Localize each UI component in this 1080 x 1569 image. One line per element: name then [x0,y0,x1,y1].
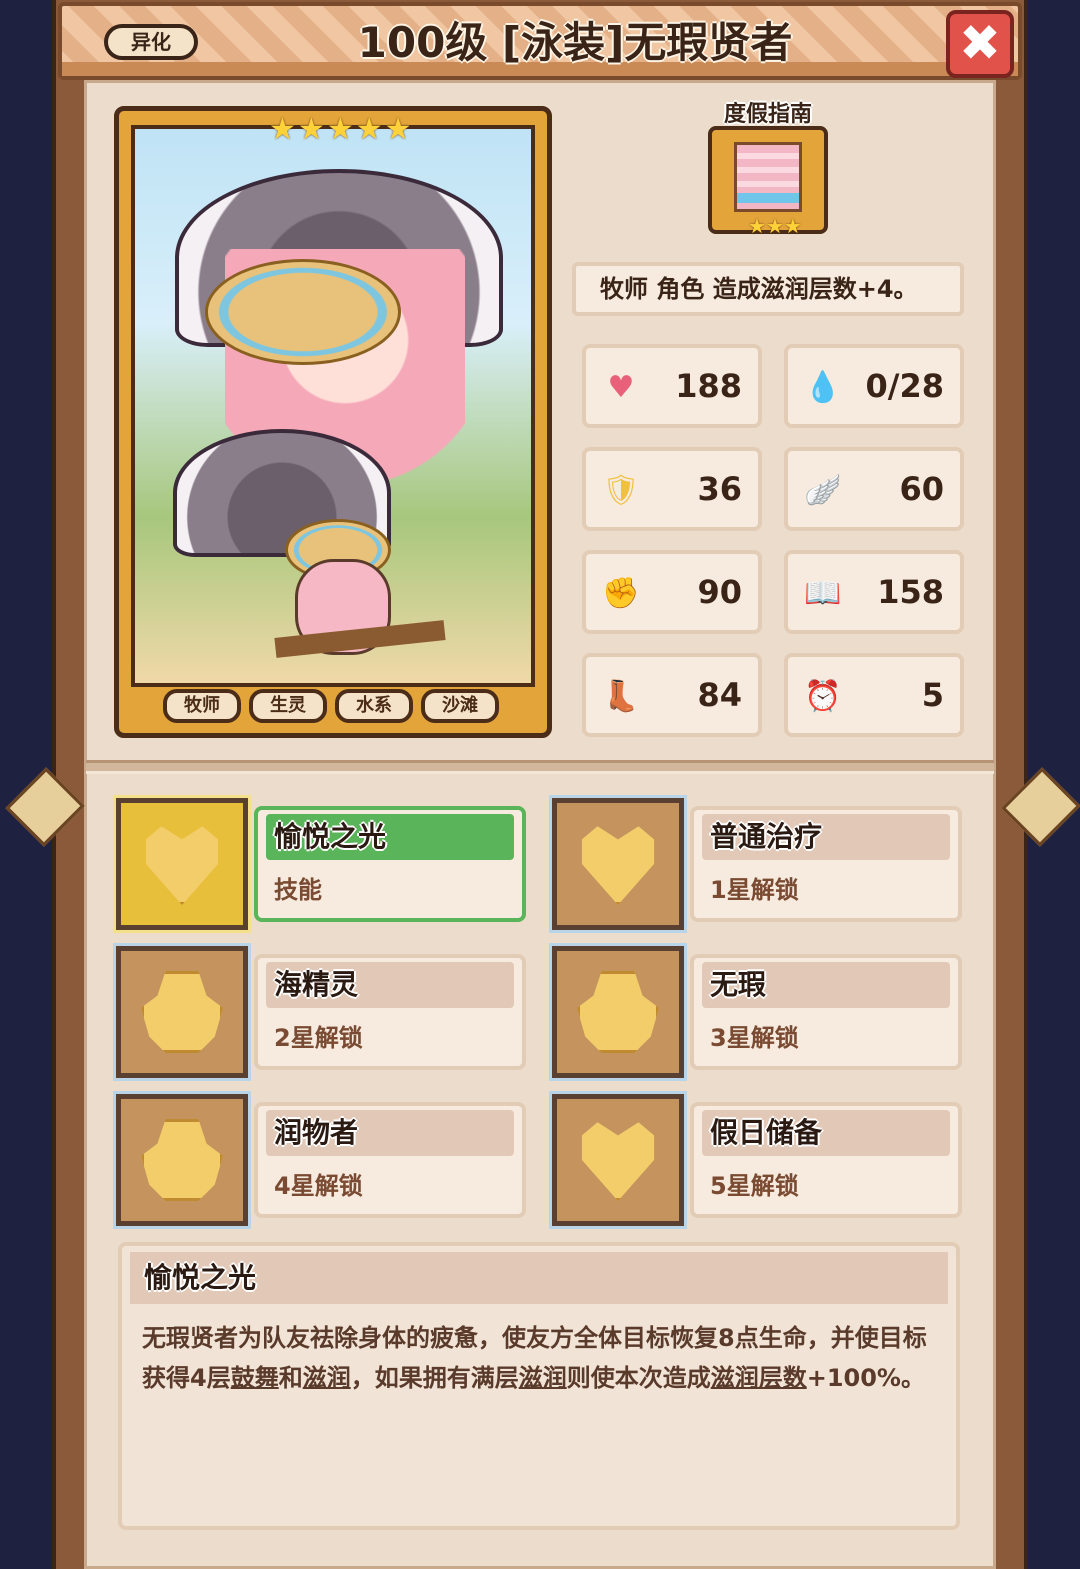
vacation-guide-icon [734,142,802,212]
skill-icon-frame [549,795,687,933]
skill-unlock-text: 4星解锁 [274,1172,363,1200]
stat-value: 158 [877,573,944,611]
spirit-icon [141,971,223,1053]
star-icon: ★ [297,112,325,147]
skill-name: 润物者 [266,1110,514,1156]
skill-name: 海精灵 [266,962,514,1008]
skill-icon-frame [113,1091,251,1229]
skill-slot[interactable]: 无瑕 3星解锁 [549,943,962,1081]
heart-icon [581,1122,655,1201]
clock-icon: ⏰ [804,678,842,714]
mana-drop-icon: 💧 [804,369,842,405]
heart-icon [581,826,655,905]
stat-value: 84 [697,676,742,714]
heart-icon: ♥ [607,369,635,405]
boot-icon: 👢 [602,678,640,714]
skill-info: 无瑕 3星解锁 [690,954,962,1070]
header-bar: 异化 100级 [泳装]无瑕贤者 ✖ [58,2,1022,80]
spirit-icon [141,1119,223,1201]
stat-value: 0/28 [865,367,944,405]
star-icon: ★ [384,112,412,147]
tag-theme: 沙滩 [421,689,499,723]
star-icon: ★ [326,112,354,147]
skill-name: 愉悦之光 [266,814,514,860]
skill-unlock-text: 3星解锁 [710,1024,799,1052]
fist-icon: ✊ [602,575,640,611]
skill-info: 普通治疗 1星解锁 [690,806,962,922]
stat-mana[interactable]: 💧 0/28 [784,344,964,428]
wing-icon: 🪽 [804,472,842,508]
skill-icon-frame [113,795,251,933]
tag-race: 生灵 [249,689,327,723]
equipment-slot[interactable]: ★ ★ ★ 度假指南 [702,100,834,244]
sun-hat-large [205,259,401,365]
description-fragment: +100%。 [806,1364,925,1392]
close-button[interactable]: ✖ [946,10,1014,78]
skill-slot[interactable]: 假日储备 5星解锁 [549,1091,962,1229]
spirit-icon [577,971,659,1053]
skill-name: 无瑕 [702,962,950,1008]
equipment-name: 度假指南 [723,102,812,127]
star-icon: ★ [765,214,784,238]
skill-info: 海精灵 2星解锁 [254,954,526,1070]
star-icon: ★ [783,214,802,238]
star-rating: ★ ★ ★ ★ ★ [269,115,412,145]
equipment-stars: ★ ★ ★ [748,216,802,236]
spellbook-icon: 📖 [804,575,842,611]
stat-magic[interactable]: 📖 158 [784,550,964,634]
skill-unlock-text: 5星解锁 [710,1172,799,1200]
description-fragment: ，如果拥有满层 [350,1364,519,1392]
tag-class: 牧师 [163,689,241,723]
skill-slot[interactable]: 海精灵 2星解锁 [113,943,526,1081]
skill-icon-frame [549,943,687,1081]
equipment-frame: ★ ★ ★ [708,126,828,236]
description-fragment: 则使本次造成 [566,1364,711,1392]
tag-list: 牧师 生灵 水系 沙滩 [163,689,499,723]
star-icon: ★ [269,112,296,147]
skill-description-panel: 愉悦之光 无瑕贤者为队友祛除身体的疲惫，使友方全体目标恢复8点生命，并使目标获得… [118,1242,960,1530]
character-portrait [131,125,535,687]
skill-info: 润物者 4星解锁 [254,1102,526,1218]
star-icon: ★ [748,214,766,238]
keyword-link[interactable]: 鼓舞 [231,1364,279,1392]
stat-value: 188 [675,367,742,405]
stat-cooldown[interactable]: ⏰ 5 [784,653,964,737]
skill-name: 假日储备 [702,1110,950,1156]
skill-unlock-text: 2星解锁 [274,1024,363,1052]
keyword-link[interactable]: 滋润 [303,1364,351,1392]
keyword-link[interactable]: 滋润层数 [711,1364,807,1392]
skill-unlock-text: 1星解锁 [710,876,799,904]
stat-dodge[interactable]: 🪽 60 [784,447,964,531]
skill-slot[interactable]: 普通治疗 1星解锁 [549,795,962,933]
skill-name: 普通治疗 [702,814,950,860]
skill-info: 假日储备 5星解锁 [690,1102,962,1218]
stat-value: 36 [697,470,742,508]
character-title: 100级 [泳装]无瑕贤者 [357,18,793,67]
stat-value: 5 [921,676,944,714]
tag-element: 水系 [335,689,413,723]
character-card[interactable]: ★ ★ ★ ★ ★ 牧师 生灵 水系 沙滩 [114,106,552,738]
skill-unlock-text: 技能 [274,876,322,904]
skill-slot[interactable]: 愉悦之光技能 [113,795,526,933]
stat-hp[interactable]: ♥ 188 [582,344,762,428]
skill-description-title: 愉悦之光 [130,1252,948,1304]
stat-attack[interactable]: ✊ 90 [582,550,762,634]
skill-icon-frame [113,943,251,1081]
shield-icon: 🛡 [601,472,641,508]
variant-badge[interactable]: 异化 [104,24,198,60]
skill-slot[interactable]: 润物者 4星解锁 [113,1091,526,1229]
stat-value: 60 [899,470,944,508]
heart-icon [145,826,219,905]
stat-armor[interactable]: 🛡 36 [582,447,762,531]
section-divider [86,760,994,774]
stat-value: 90 [697,573,742,611]
stat-speed[interactable]: 👢 84 [582,653,762,737]
description-fragment: 和 [278,1364,303,1392]
skill-info: 愉悦之光技能 [254,806,526,922]
equipment-description: 牧师 角色 造成滋润层数+4。 [572,262,964,316]
skill-description-text: 无瑕贤者为队友祛除身体的疲惫，使友方全体目标恢复8点生命，并使目标获得4层鼓舞和… [142,1318,938,1398]
keyword-link[interactable]: 滋润 [519,1364,567,1392]
skill-icon-frame [549,1091,687,1229]
star-icon: ★ [355,112,383,147]
